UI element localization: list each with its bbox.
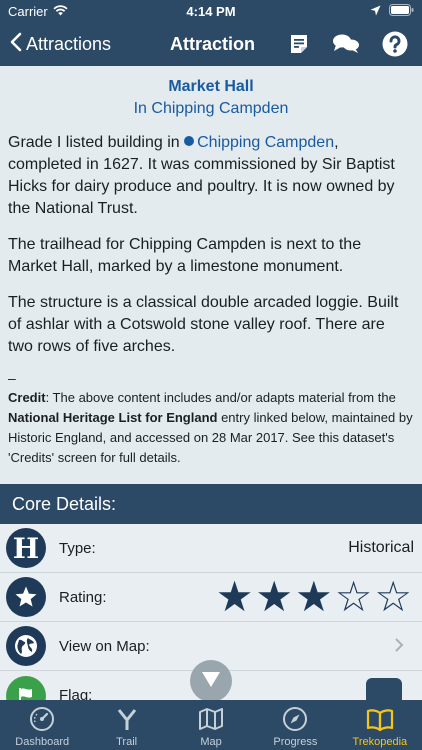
tab-dashboard[interactable]: Dashboard: [0, 700, 84, 750]
description-paragraph-2: The trailhead for Chipping Campden is ne…: [8, 236, 362, 275]
star-badge-icon: [6, 577, 46, 617]
star-filled-icon: ★: [295, 573, 333, 620]
view-on-map-label: View on Map:: [59, 637, 150, 655]
book-icon: [366, 709, 393, 732]
article-content: Market Hall In Chipping Campden Grade I …: [0, 66, 422, 484]
chipping-campden-link[interactable]: Chipping Campden: [184, 134, 334, 151]
scroll-down-button[interactable]: [190, 660, 232, 702]
globe-icon: [6, 626, 46, 666]
tab-progress[interactable]: Progress: [253, 700, 337, 750]
description-paragraph-1: Grade I listed building in Chipping Camp…: [8, 132, 414, 220]
star-empty-icon: ☆: [334, 573, 373, 620]
help-icon[interactable]: [382, 31, 408, 57]
tab-map[interactable]: Map: [169, 700, 253, 750]
tab-label-dashboard: Dashboard: [15, 736, 70, 748]
type-row: H Type: Historical: [0, 524, 422, 573]
core-details-header: Core Details:: [0, 484, 422, 524]
chevron-left-icon: [10, 32, 22, 57]
back-label: Attractions: [26, 33, 112, 54]
compass-icon: [283, 707, 308, 731]
carrier-label: Carrier: [8, 3, 48, 19]
chat-bubbles-icon[interactable]: [332, 33, 360, 55]
credit-divider: –: [8, 370, 16, 386]
status-left: Carrier: [8, 4, 68, 19]
rating-row: Rating: ★ ★ ★ ☆ ☆: [0, 573, 422, 622]
rating-label: Rating:: [59, 588, 107, 606]
type-value: Historical: [348, 539, 414, 556]
credit-label: Credit: [8, 390, 46, 405]
trail-icon: [117, 709, 136, 730]
historical-letter: H: [12, 531, 40, 565]
star-empty-icon: ☆: [374, 573, 412, 620]
attraction-title: Market Hall: [168, 78, 254, 95]
type-label: Type:: [59, 539, 96, 557]
triangle-down-icon: [201, 670, 221, 693]
notes-icon[interactable]: [288, 33, 310, 55]
credit-text: Credit: The above content includes and/o…: [8, 388, 414, 468]
tab-label-trail: Trail: [116, 736, 138, 748]
tab-bar: Dashboard Trail Map Progress Trekopedia: [0, 700, 422, 750]
credit-source: National Heritage List for England: [8, 410, 218, 425]
star-filled-icon: ★: [215, 573, 254, 620]
paragraph-1-lead: Grade I listed building in: [8, 134, 185, 151]
link-text: Chipping Campden: [197, 134, 335, 151]
location-dot-icon: [184, 136, 195, 146]
battery-icon: [389, 3, 414, 19]
map-icon: [199, 708, 224, 730]
back-button[interactable]: Attractions: [0, 32, 111, 57]
star-filled-icon: ★: [255, 573, 294, 620]
tab-label-trekopedia: Trekopedia: [352, 736, 408, 748]
tab-label-progress: Progress: [273, 736, 318, 748]
rating-stars: ★ ★ ★ ☆ ☆: [216, 576, 412, 618]
page-title: Attraction: [170, 33, 255, 54]
nav-actions: [288, 31, 408, 57]
attraction-location: In Chipping Campden: [133, 100, 289, 117]
tab-trekopedia[interactable]: Trekopedia: [338, 700, 422, 750]
location-arrow-icon: [370, 4, 381, 19]
tab-label-map: Map: [200, 736, 222, 748]
status-bar: Carrier 4:14 PM: [0, 0, 422, 22]
navigation-bar: Attractions Attraction: [0, 22, 422, 66]
wifi-icon: [53, 4, 68, 19]
dashboard-icon: [30, 707, 55, 731]
status-right: [370, 3, 414, 19]
description-paragraph-3: The structure is a classical double arca…: [8, 294, 399, 355]
credit-text-1: : The above content includes and/or adap…: [45, 390, 396, 405]
tab-trail[interactable]: Trail: [84, 700, 168, 750]
historical-icon: H: [6, 528, 46, 568]
chevron-right-icon: [395, 635, 404, 658]
